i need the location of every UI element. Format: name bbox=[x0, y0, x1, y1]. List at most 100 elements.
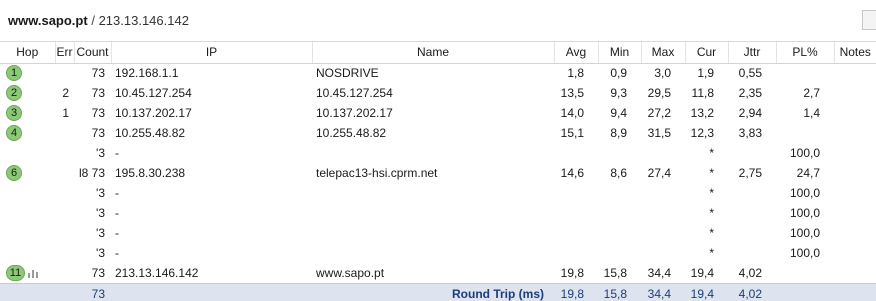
notes-cell bbox=[834, 223, 876, 243]
jitter-cell: 3,83 bbox=[738, 126, 762, 140]
column-header-hop[interactable]: Hop bbox=[0, 42, 56, 64]
err-cell bbox=[55, 243, 74, 263]
max-cell: 27,2 bbox=[647, 106, 671, 120]
table-row[interactable]: '3- * 100,0 bbox=[0, 183, 876, 203]
max-cell: 27,4 bbox=[647, 166, 671, 180]
ip-cell: 213.13.146.142 bbox=[115, 265, 199, 280]
notes-cell bbox=[834, 243, 876, 263]
column-header-count[interactable]: Count bbox=[74, 42, 112, 64]
column-header-min[interactable]: Min bbox=[598, 42, 642, 64]
footer-spacer bbox=[0, 282, 55, 301]
table-row[interactable]: 1 73 192.168.1.1 NOSDRIVE 1,8 0,9 3,0 1,9 0,55 bbox=[0, 63, 876, 83]
hop-number-badge: 11 bbox=[6, 264, 25, 281]
err-cell bbox=[55, 223, 74, 243]
max-cell: 31,5 bbox=[647, 126, 671, 140]
footer-spacer bbox=[55, 282, 74, 301]
table-row[interactable]: 6 l8 73 195.8.30.238 telepac13-hsi.cprm.net… bbox=[0, 163, 876, 183]
hop-number-badge: 2 bbox=[6, 85, 22, 101]
max-cell bbox=[641, 223, 685, 243]
table-row[interactable]: '3- * 100,0 bbox=[0, 223, 876, 243]
ip-cell: - bbox=[115, 186, 119, 200]
cur-cell: * bbox=[709, 206, 714, 220]
table-row[interactable]: '3- * 100,0 bbox=[0, 143, 876, 163]
table-row[interactable]: 4 73 10.255.48.82 10.255.48.82 15,1 8,9 31,5 12… bbox=[0, 123, 876, 143]
column-header-avg[interactable]: Avg bbox=[554, 42, 599, 64]
count-cell: 73 bbox=[91, 106, 105, 120]
footer-spacer bbox=[776, 282, 834, 301]
min-cell: 9,4 bbox=[610, 106, 627, 120]
cur-cell: 11,8 bbox=[691, 86, 714, 100]
cur-cell: 1,9 bbox=[697, 66, 714, 81]
jitter-cell: 2,35 bbox=[738, 86, 762, 100]
hop-cell: 11 bbox=[0, 263, 55, 283]
packet-loss-cell: 100,0 bbox=[789, 186, 820, 200]
avg-cell bbox=[554, 223, 598, 243]
hop-cell bbox=[0, 243, 55, 263]
min-cell bbox=[598, 203, 641, 223]
ip-cell: 10.255.48.82 bbox=[115, 126, 186, 140]
footer-jttr: 4,02 bbox=[728, 282, 776, 301]
hostname-cell bbox=[312, 143, 554, 163]
packet-loss-cell: 1,4 bbox=[803, 106, 820, 120]
cur-cell: 13,2 bbox=[690, 106, 714, 120]
packet-loss-cell: 100,0 bbox=[789, 206, 820, 220]
max-cell: 3,0 bbox=[654, 66, 671, 81]
hostname-cell bbox=[312, 223, 554, 243]
title-bar: www.sapo.pt / 213.13.146.142 bbox=[0, 0, 876, 42]
column-header-ip[interactable]: IP bbox=[111, 42, 313, 64]
hop-cell: 1 bbox=[0, 63, 55, 83]
ip-cell: - bbox=[115, 246, 119, 260]
max-cell: 29,5 bbox=[647, 86, 671, 100]
hostname-cell: 10.45.127.254 bbox=[316, 86, 393, 100]
packet-loss-cell: 24,7 bbox=[796, 166, 820, 180]
hop-cell: 6 bbox=[0, 163, 55, 183]
column-header-notes[interactable]: Notes bbox=[834, 42, 876, 64]
jitter-cell bbox=[728, 203, 776, 223]
toolbar-edge[interactable] bbox=[862, 10, 876, 30]
column-header-name[interactable]: Name bbox=[312, 42, 555, 64]
jitter-cell bbox=[728, 223, 776, 243]
avg-cell: 14,6 bbox=[560, 166, 584, 180]
max-cell bbox=[641, 203, 685, 223]
footer-count: 73 bbox=[74, 282, 111, 301]
hostname-cell: www.sapo.pt bbox=[316, 265, 385, 280]
notes-cell bbox=[834, 103, 876, 123]
round-trip-label: Round Trip (ms) bbox=[312, 282, 554, 301]
hop-cell bbox=[0, 143, 55, 163]
hostname-cell: 10.255.48.82 bbox=[316, 126, 387, 140]
bar-chart-icon[interactable] bbox=[28, 268, 40, 278]
notes-cell bbox=[834, 123, 876, 143]
avg-cell: 1,8 bbox=[567, 66, 584, 81]
count-cell: l8 73 bbox=[78, 166, 105, 180]
table-row[interactable]: '3- * 100,0 bbox=[0, 243, 876, 263]
column-header-cur[interactable]: Cur bbox=[685, 42, 729, 64]
target-ip: 213.13.146.142 bbox=[98, 13, 189, 28]
avg-cell: 15,1 bbox=[560, 126, 584, 140]
err-cell bbox=[55, 63, 74, 83]
count-cell: '3 bbox=[96, 246, 105, 260]
hostname-cell bbox=[312, 243, 554, 263]
column-header-jttr[interactable]: Jttr bbox=[728, 42, 777, 64]
min-cell: 15,8 bbox=[603, 265, 627, 280]
footer-spacer bbox=[111, 282, 312, 301]
cur-cell: * bbox=[709, 186, 714, 200]
table-row[interactable]: 11 73 213.13.146.142 www.sapo.pt 19,8 15,8 34,… bbox=[0, 263, 876, 283]
packet-loss-cell: 100,0 bbox=[789, 226, 820, 240]
cur-cell: * bbox=[709, 246, 714, 260]
hop-number-badge: 6 bbox=[6, 165, 22, 181]
hop-cell: 4 bbox=[0, 123, 55, 143]
count-cell: 73 bbox=[91, 126, 105, 140]
count-cell: '3 bbox=[96, 226, 105, 240]
table-row[interactable]: '3- * 100,0 bbox=[0, 203, 876, 223]
column-header-err[interactable]: Err bbox=[55, 42, 75, 64]
min-cell bbox=[598, 143, 641, 163]
min-cell: 0,9 bbox=[610, 66, 627, 81]
err-cell bbox=[55, 203, 74, 223]
column-header-pl[interactable]: PL% bbox=[776, 42, 835, 64]
table-row[interactable]: 2 2 73 10.45.127.254 10.45.127.254 13,5 9,3 29,… bbox=[0, 83, 876, 103]
hostname-cell: telepac13-hsi.cprm.net bbox=[316, 166, 438, 180]
jitter-cell: 2,75 bbox=[738, 166, 762, 180]
hop-cell: 2 bbox=[0, 83, 55, 103]
table-row[interactable]: 3 1 73 10.137.202.17 10.137.202.17 14,0 9,4 27,… bbox=[0, 103, 876, 123]
column-header-max[interactable]: Max bbox=[641, 42, 686, 64]
